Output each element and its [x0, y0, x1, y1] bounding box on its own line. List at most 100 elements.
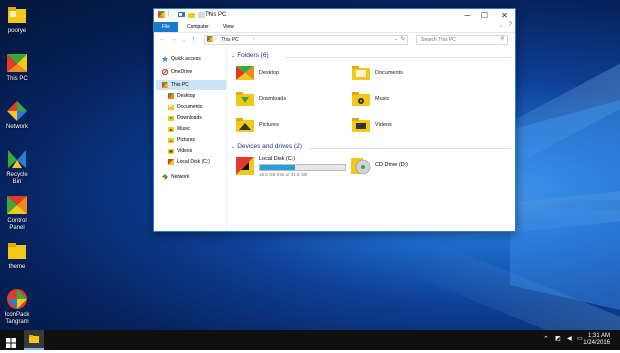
nav-item-onedrive[interactable]: OneDrive — [161, 67, 192, 77]
section-divider — [285, 57, 511, 58]
refresh-icon[interactable]: ↻ — [401, 36, 405, 42]
tab-file[interactable]: File — [154, 22, 178, 32]
folder-label: Music — [375, 96, 390, 102]
nav-item-videos[interactable]: Videos — [168, 146, 192, 156]
folder-icon[interactable] — [198, 11, 205, 18]
desktop-icon-this-pc[interactable]: This PC — [2, 52, 32, 83]
content-pane: ⌄ Folders (6) Desktop Documents Downloads… — [227, 48, 515, 231]
close-button[interactable]: ✕ — [496, 9, 513, 22]
expand-ribbon-icon[interactable]: ⌄ — [499, 23, 503, 29]
desktop-icon-theme[interactable]: theme — [2, 240, 32, 271]
new-folder-icon[interactable] — [188, 11, 195, 18]
folders-section-header[interactable]: ⌄ Folders (6) — [231, 52, 269, 59]
user-folder-icon — [6, 4, 28, 26]
volume-icon[interactable]: ◀ — [567, 335, 572, 342]
folder-music[interactable]: Music — [351, 91, 389, 107]
section-title: Devices and drives (2) — [237, 143, 302, 150]
desktop-folder-icon — [168, 93, 174, 99]
nav-item-desktop[interactable]: Desktop — [168, 91, 195, 101]
properties-icon[interactable] — [178, 11, 185, 18]
title-bar[interactable]: | ▾ This PC ─ ☐ ✕ — [154, 9, 515, 22]
taskbar-file-explorer-button[interactable] — [24, 330, 44, 350]
maximize-button[interactable]: ☐ — [476, 9, 493, 22]
address-dropdown-icon[interactable]: ⌄ — [394, 36, 398, 42]
tangram-network-icon — [162, 174, 168, 180]
tangram-network-icon — [6, 100, 28, 122]
folder-icon — [6, 240, 28, 262]
folder-desktop[interactable]: Desktop — [235, 65, 279, 81]
tab-view[interactable]: View — [218, 22, 239, 32]
system-clock[interactable]: 1:31 AM 1/24/2016 — [583, 333, 610, 347]
desktop-icon-recycle-bin[interactable]: Recycle Bin — [2, 148, 32, 186]
folder-documents[interactable]: Documents — [351, 65, 403, 81]
folder-label: Pictures — [259, 122, 279, 128]
drive-local-disk[interactable]: Local Disk (C:) 18.5 GB free of 31.5 GB — [235, 156, 346, 178]
folder-label: Videos — [375, 122, 392, 128]
drives-section-header[interactable]: ⌄ Devices and drives (2) — [231, 143, 302, 150]
folder-pictures[interactable]: Pictures — [235, 117, 279, 133]
drive-cd[interactable]: CD Drive (D:) — [351, 156, 408, 178]
collapse-chevron-icon[interactable]: ⌄ — [231, 144, 235, 150]
breadcrumb-chevron-icon[interactable]: › — [253, 36, 255, 42]
nav-label: Videos — [177, 148, 193, 154]
tangram-pc-icon — [162, 82, 168, 88]
minimize-button[interactable]: ─ — [459, 9, 476, 22]
nav-label: Documents — [177, 104, 203, 110]
recent-locations-button[interactable]: ⌄ — [182, 37, 186, 43]
nav-item-documents[interactable]: Documents — [168, 102, 202, 112]
desktop-icon-user[interactable]: poorye — [2, 4, 32, 35]
drive-label: Local Disk (C:) — [259, 156, 296, 162]
drive-label: CD Drive (D:) — [375, 162, 408, 168]
desktop-folder-icon — [235, 65, 255, 81]
address-text[interactable]: This PC — [221, 37, 239, 43]
up-button[interactable]: ↑ — [192, 36, 196, 43]
nav-item-local-disk[interactable]: Local Disk (C:) — [168, 157, 210, 167]
show-hidden-icons-chevron[interactable]: ⌃ — [543, 335, 549, 343]
desktop-icon-label: Network — [5, 124, 28, 130]
windows-logo-wallpaper — [510, 100, 620, 310]
back-button[interactable]: ← — [159, 36, 166, 43]
nav-label: Downloads — [177, 115, 202, 121]
folder-label: Documents — [375, 70, 403, 76]
nav-label: Desktop — [177, 93, 196, 99]
folder-videos[interactable]: Videos — [351, 117, 392, 133]
videos-folder-icon — [168, 148, 174, 154]
videos-folder-icon — [351, 117, 371, 133]
onedrive-icon — [161, 68, 169, 76]
window-title: This PC — [205, 12, 227, 18]
nav-item-quick-access[interactable]: Quick access — [162, 54, 201, 64]
nav-item-this-pc[interactable]: This PC — [156, 80, 226, 90]
nav-label: Quick access — [171, 56, 201, 62]
documents-folder-icon — [168, 103, 174, 110]
music-folder-icon — [168, 126, 174, 132]
desktop-icon-iconpack[interactable]: IconPack Tangram — [2, 288, 32, 326]
start-button[interactable] — [6, 335, 16, 348]
nav-item-downloads[interactable]: Downloads — [168, 113, 202, 123]
tab-computer[interactable]: Computer — [182, 22, 214, 32]
folder-downloads[interactable]: Downloads — [235, 91, 286, 107]
search-icon: ⚲ — [500, 36, 504, 42]
action-center-icon[interactable]: ▭ — [577, 335, 583, 342]
clock-date: 1/24/2016 — [583, 340, 610, 346]
desktop-icon-control-panel[interactable]: Control Panel — [2, 194, 32, 232]
nav-item-music[interactable]: Music — [168, 124, 190, 134]
folder-label: Desktop — [259, 70, 280, 76]
help-icon[interactable]: ? — [509, 22, 512, 28]
tangram-pc-icon — [207, 36, 213, 42]
tangram-tray-icon[interactable]: ◩ — [555, 335, 561, 342]
forward-button[interactable]: → — [170, 36, 177, 43]
nav-item-network[interactable]: Network — [162, 172, 189, 182]
file-explorer-window[interactable]: | ▾ This PC ─ ☐ ✕ File Computer View ⌄ ?… — [153, 8, 516, 232]
tangram-drive-icon — [235, 156, 255, 178]
collapse-chevron-icon[interactable]: ⌄ — [231, 53, 235, 59]
downloads-folder-icon — [235, 91, 255, 107]
desktop-icon-label: This PC — [6, 76, 28, 82]
tangram-pc-icon — [6, 52, 28, 74]
desktop-icon-network[interactable]: Network — [2, 100, 32, 131]
search-input[interactable]: Search This PC ⚲ — [416, 35, 508, 45]
address-bar[interactable]: › This PC › ⌄ ↻ — [204, 35, 408, 45]
nav-item-pictures[interactable]: Pictures — [168, 135, 195, 145]
desktop-icon-label: Control Panel — [7, 218, 27, 231]
tangram-control-panel-icon — [6, 194, 28, 216]
pictures-folder-icon — [168, 137, 174, 143]
